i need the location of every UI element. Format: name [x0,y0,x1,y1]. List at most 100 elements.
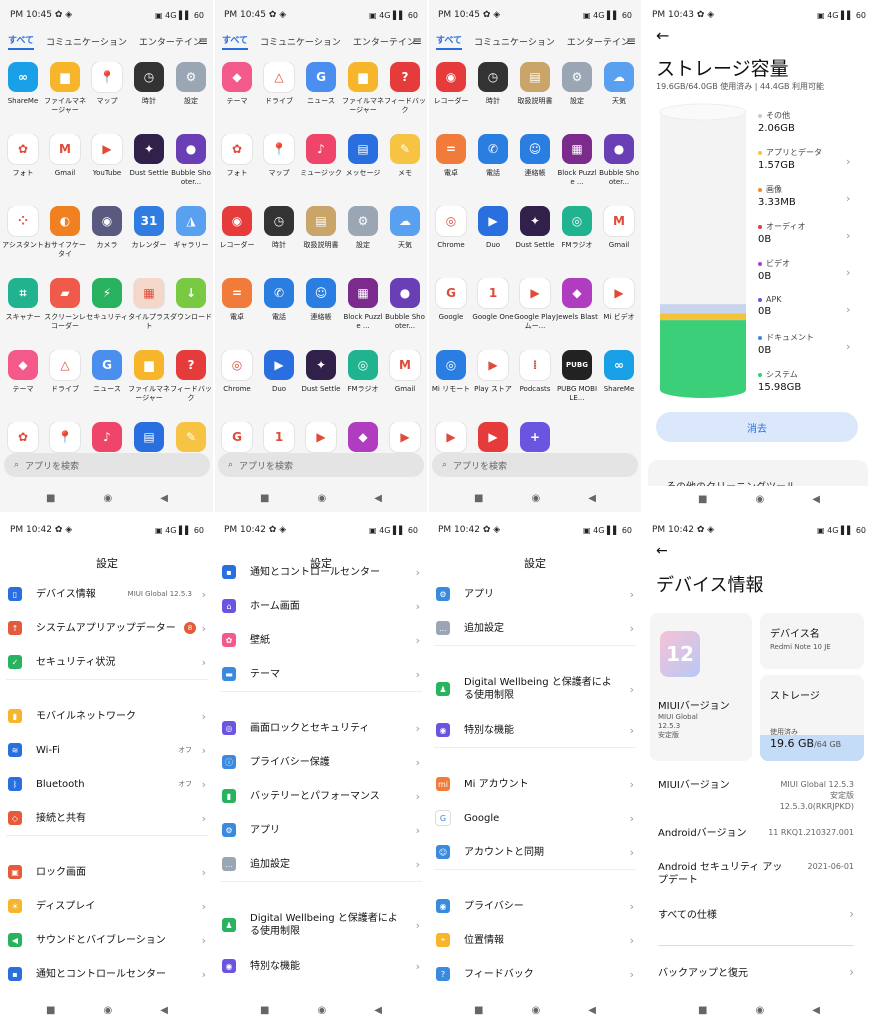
settings-item[interactable]: ◉ 特別な機能 › [214,949,428,983]
app-icon-tile[interactable]: ▶ Duo [258,350,300,412]
app-icon-tile[interactable]: ● Bubble Shooter... [384,278,426,340]
settings-item[interactable]: ▬ テーマ › [214,657,428,691]
app-icon-tile[interactable]: ✦ Dust Settle [514,206,556,268]
app-icon-tile[interactable]: △ ドライブ [258,62,300,124]
device-name-card[interactable]: デバイス名 Redmi Note 10 JE [760,613,864,669]
home-icon[interactable]: ◉ [104,493,113,504]
app-icon-tile[interactable]: ▤ 取扱説明書 [514,62,556,124]
settings-item[interactable]: ♟ Digital Wellbeing と保護者による使用制限 › [428,665,642,713]
settings-item[interactable]: ⚙ アプリ › [214,813,428,847]
app-icon-tile[interactable]: ◷ 時計 [472,62,514,124]
recents-icon[interactable]: ■ [260,493,269,504]
device-info-row[interactable]: すべての仕様 › [658,908,854,922]
app-icon-tile[interactable]: ◮ ギャラリー [170,206,212,268]
app-icon-tile[interactable]: ☺ 連絡帳 [514,134,556,196]
app-icon-tile[interactable]: ✿ フォト [216,134,258,196]
settings-item[interactable]: mi Mi アカウント › [428,767,642,801]
app-icon-tile[interactable]: ✿ フォト [2,134,44,196]
app-icon-tile[interactable]: ▶ YouTube [86,134,128,196]
settings-item[interactable]: ▪ 通知とコントロールセンター › [0,957,214,991]
app-icon-tile[interactable]: ✦ Dust Settle [300,350,342,412]
app-icon-tile[interactable]: ◆ テーマ [216,62,258,124]
app-icon-tile[interactable]: M Gmail [598,206,640,268]
app-icon-tile[interactable]: ◎ Mi リモート [430,350,472,412]
miui-card[interactable]: 12 MIUIバージョン MIUI Global 12.5.3 安定版 [650,613,752,761]
app-icon-tile[interactable]: ◎ Chrome [216,350,258,412]
settings-item[interactable]: ? フィードバック › [428,957,642,991]
app-icon-tile[interactable]: ◉ カメラ [86,206,128,268]
app-icon-tile[interactable]: ↓ ダウンロード [170,278,212,340]
app-icon-tile[interactable]: ▤ メッセージ [342,134,384,196]
menu-icon[interactable]: ≡ [198,34,208,48]
app-icon-tile[interactable]: ▶ Google Playムー... [514,278,556,340]
settings-item[interactable]: ≋ Wi-Fi オフ › [0,733,214,767]
app-icon-tile[interactable]: G ニュース [86,350,128,412]
settings-item[interactable]: ♟ Digital Wellbeing と保護者による使用制限 › [214,901,428,949]
home-icon[interactable]: ◉ [318,1005,327,1016]
app-icon-tile[interactable]: ◎ FMラジオ [556,206,598,268]
settings-item[interactable]: ⚙ アプリ › [428,577,642,611]
settings-item[interactable]: ▮ バッテリーとパフォーマンス › [214,779,428,813]
app-icon-tile[interactable]: ▦ Block Puzzle ... [556,134,598,196]
app-icon-tile[interactable]: ◷ 時計 [258,206,300,268]
recents-icon[interactable]: ■ [474,493,483,504]
app-search-bar[interactable]: ⌕ アプリを検索 [218,453,424,477]
menu-icon[interactable]: ≡ [626,34,636,48]
tab-0[interactable]: すべて [8,33,35,50]
legend-item[interactable]: アプリとデータ 1.57GB [758,147,822,171]
legend-item[interactable]: ビデオ 0B [758,258,790,282]
app-icon-tile[interactable]: 📍 マップ [86,62,128,124]
settings-item[interactable]: … 追加設定 › [428,611,642,645]
app-icon-tile[interactable]: ◷ 時計 [128,62,170,124]
tab-2[interactable]: エンターテイン [139,35,202,48]
back-icon[interactable]: ◀ [160,493,168,504]
menu-icon[interactable]: ≡ [412,34,422,48]
app-icon-tile[interactable]: ⁞ Podcasts [514,350,556,412]
legend-item[interactable]: オーディオ 0B [758,221,805,245]
back-icon[interactable]: ◀ [374,493,382,504]
app-icon-tile[interactable]: ◉ レコーダー [430,62,472,124]
app-icon-tile[interactable]: G Google [430,278,472,340]
app-icon-tile[interactable]: ⚙ 設定 [170,62,212,124]
tab-0[interactable]: すべて [222,33,249,50]
legend-item[interactable]: 画像 3.33MB [758,184,796,208]
app-icon-tile[interactable]: ● Bubble Shooter... [598,134,640,196]
app-icon-tile[interactable]: ? フィードバック [170,350,212,412]
device-info-row[interactable]: Android セキュリティ アップデート 2021-06-01 [658,861,854,887]
home-icon[interactable]: ◉ [756,1005,765,1016]
settings-item[interactable]: ◎ 画面ロックとセキュリティ › [214,711,428,745]
clear-button[interactable]: 消去 [656,412,858,442]
back-arrow-icon[interactable]: ← [656,543,668,559]
app-icon-tile[interactable]: ∞ ShareMe [2,62,44,124]
recents-icon[interactable]: ■ [698,1005,707,1016]
settings-item[interactable]: … 追加設定 › [214,847,428,881]
back-arrow-icon[interactable]: ← [656,26,669,45]
app-icon-tile[interactable]: ⌗ スキャナー [2,278,44,340]
settings-item[interactable]: ▪ 通知とコントロールセンター › [214,555,428,589]
settings-item[interactable]: ▣ ロック画面 › [0,855,214,889]
app-icon-tile[interactable]: ☁ 天気 [384,206,426,268]
app-icon-tile[interactable]: = 電卓 [216,278,258,340]
home-icon[interactable]: ◉ [756,494,765,505]
app-icon-tile[interactable]: ◎ FMラジオ [342,350,384,412]
app-icon-tile[interactable]: PUBG PUBG MOBILE... [556,350,598,412]
app-icon-tile[interactable]: ▤ 取扱説明書 [300,206,342,268]
recents-icon[interactable]: ■ [698,494,707,505]
settings-item[interactable]: ▮ モバイルネットワーク › [0,699,214,733]
app-icon-tile[interactable]: M Gmail [44,134,86,196]
app-icon-tile[interactable]: ▶ Mi ビデオ [598,278,640,340]
app-icon-tile[interactable]: ☁ 天気 [598,62,640,124]
back-icon[interactable]: ◀ [588,493,596,504]
settings-item[interactable]: G Google › [428,801,642,835]
home-icon[interactable]: ◉ [104,1005,113,1016]
app-icon-tile[interactable]: ♪ ミュージック [300,134,342,196]
settings-item[interactable]: ↑ システムアプリアップデーター 8 › [0,611,214,645]
settings-item[interactable]: ☺ アカウントと同期 › [428,835,642,869]
app-icon-tile[interactable]: ◐ おサイフケータイ [44,206,86,268]
back-icon[interactable]: ◀ [374,1005,382,1016]
settings-item[interactable]: ⓘ プライバシー保護 › [214,745,428,779]
device-info-row[interactable]: Androidバージョン 11 RKQ1.210327.001 [658,827,854,840]
app-icon-tile[interactable]: G ニュース [300,62,342,124]
settings-item[interactable]: ☀ ディスプレイ › [0,889,214,923]
recents-icon[interactable]: ■ [46,493,55,504]
